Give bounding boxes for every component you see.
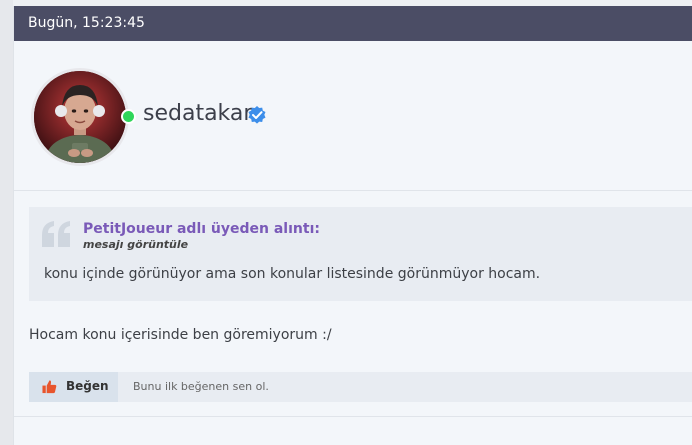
view-message-link[interactable]: mesajı görüntüle <box>83 238 188 251</box>
post-timestamp: Bugün, 15:23:45 <box>14 6 692 41</box>
left-strip <box>0 0 13 445</box>
like-info-text: Bunu ilk beğenen sen ol. <box>133 380 269 393</box>
like-button[interactable]: Beğen <box>29 372 118 402</box>
reaction-bar: Beğen Bunu ilk beğenen sen ol. <box>29 372 692 402</box>
quote-mark-icon <box>42 221 70 247</box>
quote-author-link[interactable]: PetitJoueur adlı üyeden alıntı: <box>83 221 320 237</box>
post: Bugün, 15:23:45 sedatakar PetitJoueur ad… <box>13 6 692 445</box>
user-block: sedatakar <box>14 41 692 191</box>
username[interactable]: sedatakar <box>143 101 252 126</box>
verified-badge-icon <box>248 106 266 124</box>
thumbs-up-icon <box>42 380 57 394</box>
avatar-image <box>34 71 126 163</box>
online-status-dot <box>121 109 136 124</box>
quote-text: konu içinde görünüyor ama son konular li… <box>44 266 541 282</box>
page: Bugün, 15:23:45 sedatakar PetitJoueur ad… <box>0 0 692 445</box>
avatar[interactable] <box>31 68 129 166</box>
quote-block: PetitJoueur adlı üyeden alıntı: mesajı g… <box>29 207 692 301</box>
like-label: Beğen <box>66 379 109 393</box>
post-body-text: Hocam konu içerisinde ben göremiyorum :/ <box>29 327 332 343</box>
post-divider <box>14 416 692 417</box>
